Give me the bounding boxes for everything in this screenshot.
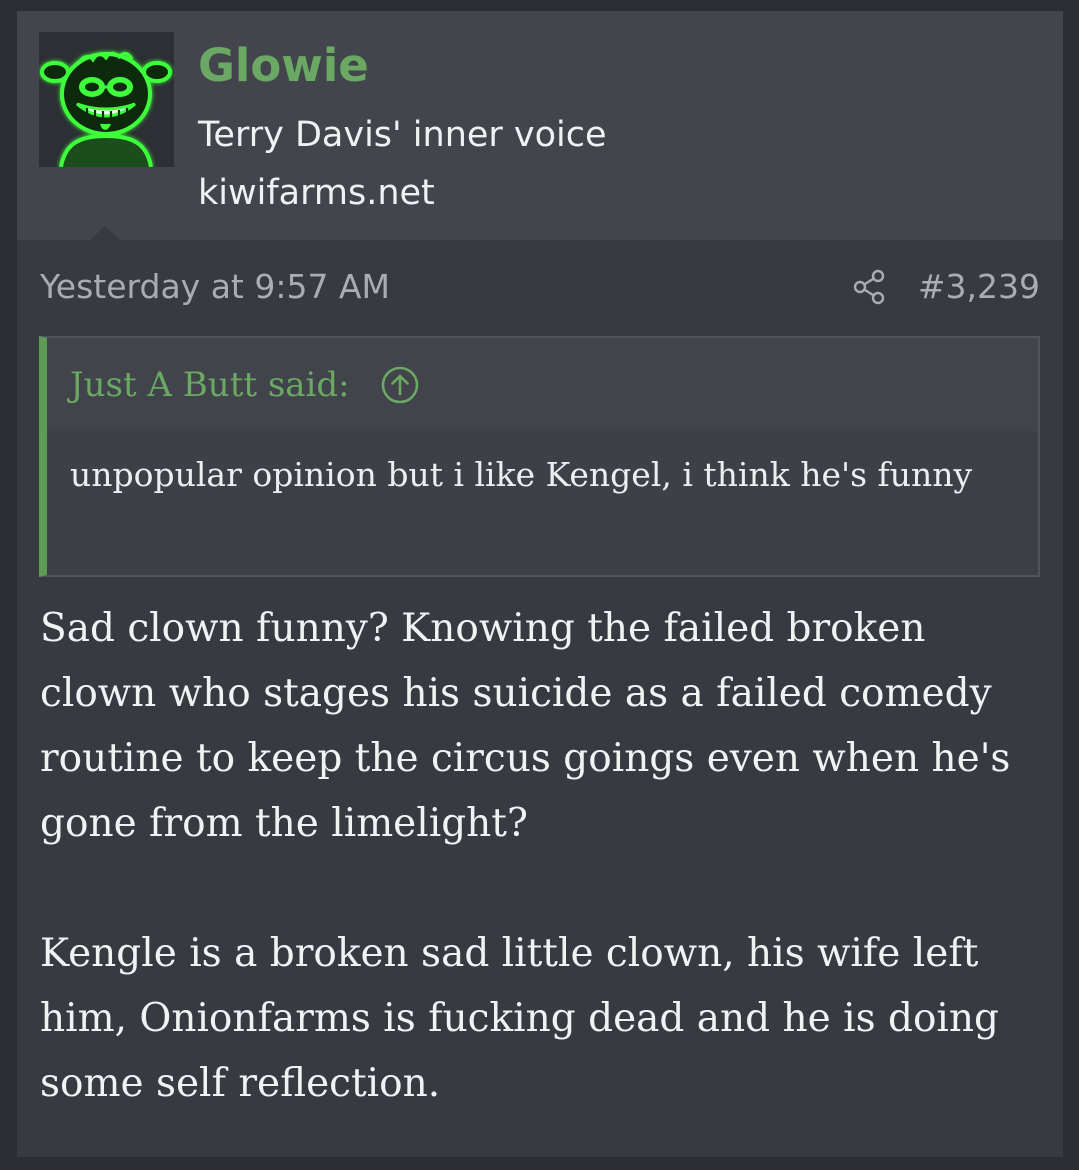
header-pointer-arrow (89, 226, 121, 241)
arrow-up-circle-icon[interactable] (380, 365, 420, 405)
quote-header: Just A Butt said: (47, 338, 1038, 431)
glowing-face-avatar-icon (39, 32, 174, 167)
post-user-header: Glowie Terry Davis' inner voice kiwifarm… (17, 11, 1063, 240)
quote-block: Just A Butt said: unpopular opinion but … (39, 336, 1040, 577)
quote-author-link[interactable]: Just A Butt said: (70, 360, 420, 408)
quote-body: unpopular opinion but i like Kengel, i t… (70, 455, 973, 494)
user-site: kiwifarms.net (198, 173, 435, 213)
share-icon[interactable] (853, 269, 887, 305)
user-avatar[interactable] (39, 32, 174, 167)
user-title: Terry Davis' inner voice (198, 115, 607, 155)
username-link[interactable]: Glowie (198, 35, 369, 97)
message-paragraph: Sad clown funny? Knowing the failed brok… (40, 606, 1011, 846)
message-paragraph: Kengle is a broken sad little clown, his… (40, 931, 999, 1106)
quote-author-label: Just A Butt said: (70, 365, 350, 405)
post-number-link[interactable]: #3,239 (918, 264, 1040, 310)
post: Glowie Terry Davis' inner voice kiwifarm… (17, 11, 1063, 1157)
post-message: Sad clown funny? Knowing the failed brok… (40, 596, 1050, 1116)
post-timestamp-link[interactable]: Yesterday at 9:57 AM (40, 264, 390, 310)
